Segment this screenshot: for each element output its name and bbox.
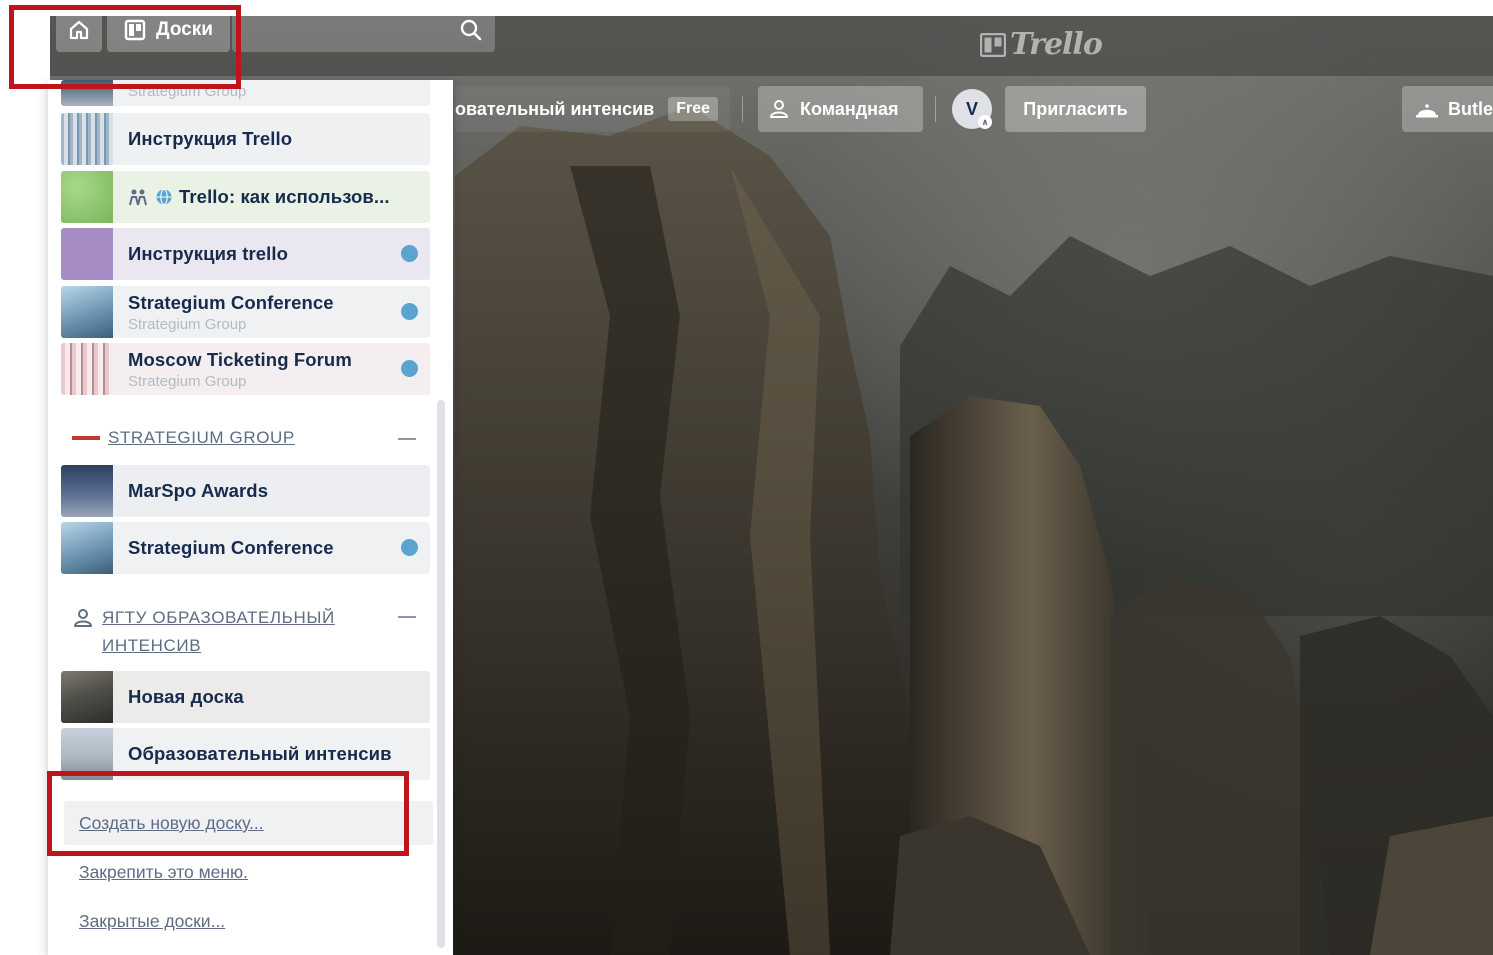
member-avatar[interactable]: V ∧ (952, 89, 992, 129)
team-visibility-button[interactable]: Командная (758, 86, 923, 132)
board-team-name: Strategium Group (128, 315, 247, 333)
board-tile[interactable]: MarSpo Awards (61, 465, 430, 517)
closed-boards-link[interactable]: Закрытые доски... (79, 911, 225, 932)
board-thumbnail (61, 671, 113, 723)
starred-indicator-icon[interactable] (401, 360, 418, 377)
board-thumbnail (61, 522, 113, 574)
board-thumbnail (61, 286, 113, 338)
board-tile[interactable]: Trello: как использов... (61, 171, 430, 223)
board-name: Moscow Ticketing Forum (128, 348, 352, 370)
trello-logo-icon (980, 32, 1006, 57)
team-icon (74, 609, 92, 627)
team-icon (129, 189, 147, 206)
board-tile[interactable]: Strategium Conference (61, 522, 430, 574)
board-name: Образовательный интенсив (128, 743, 392, 764)
board-thumbnail (61, 228, 113, 280)
board-name: MarSpo Awards (128, 480, 269, 501)
search-input[interactable] (232, 8, 495, 52)
team-icon (770, 100, 788, 118)
butler-button[interactable]: Butle (1402, 86, 1493, 132)
board-thumbnail (61, 343, 113, 395)
board-tile[interactable]: Инструкция Trello (61, 113, 430, 165)
divider (935, 96, 936, 122)
board-thumbnail (61, 171, 113, 223)
team-button-label: Командная (800, 98, 899, 119)
boards-menu-scrollbar[interactable] (437, 400, 445, 948)
butler-bell-icon (1416, 104, 1438, 118)
invite-button[interactable]: Пригласить (1005, 86, 1146, 132)
board-name: Trello: как использов... (179, 186, 390, 207)
board-name: Новая доска (128, 686, 244, 707)
board-name: Инструкция Trello (128, 128, 293, 149)
pin-menu-link[interactable]: Закрепить это меню. (79, 862, 248, 883)
board-thumbnail (61, 113, 113, 165)
team-name: STRATEGIUM GROUP (108, 428, 295, 447)
divider (742, 96, 743, 122)
board-name: Strategium Conference (128, 291, 334, 313)
board-tile[interactable]: Новая доска (61, 671, 430, 723)
plan-badge: Free (668, 97, 719, 121)
highlight-boards-button (9, 5, 241, 89)
board-tile[interactable]: Инструкция trello (61, 228, 430, 280)
board-name: Strategium Conference (128, 537, 334, 558)
avatar-initial: V (965, 98, 978, 119)
invite-button-label: Пригласить (1023, 98, 1128, 119)
team-name: ЯГТУ ОБРАЗОВАТЕЛЬНЫЙ ИНТЕНСИВ (102, 608, 335, 655)
collapse-icon[interactable] (398, 438, 416, 440)
starred-indicator-icon[interactable] (401, 539, 418, 556)
team-logo-icon (72, 436, 100, 440)
admin-chevron-icon: ∧ (978, 115, 992, 129)
highlight-create-board (47, 771, 409, 856)
board-team-name: Strategium Group (128, 372, 247, 390)
collapse-icon[interactable] (398, 616, 416, 618)
board-title-text: овательный интенсив (455, 98, 655, 119)
globe-icon (156, 188, 172, 206)
search-icon (460, 19, 482, 41)
board-title[interactable]: овательный интенсив Free (455, 86, 730, 132)
team-header-strategium[interactable]: STRATEGIUM GROUP (72, 428, 295, 448)
starred-indicator-icon[interactable] (401, 303, 418, 320)
board-tile[interactable]: Strategium Conference Strategium Group (61, 286, 430, 338)
board-tile[interactable]: Moscow Ticketing Forum Strategium Group (61, 343, 430, 395)
logo-text: Trello (1010, 27, 1103, 62)
trello-logo[interactable]: Trello (980, 27, 1103, 62)
board-thumbnail (61, 465, 113, 517)
starred-indicator-icon[interactable] (401, 245, 418, 262)
butler-button-label: Butle (1448, 98, 1493, 119)
board-name: Инструкция trello (128, 243, 289, 264)
team-header-ygtu[interactable]: ЯГТУ ОБРАЗОВАТЕЛЬНЫЙ ИНТЕНСИВ (72, 604, 372, 660)
